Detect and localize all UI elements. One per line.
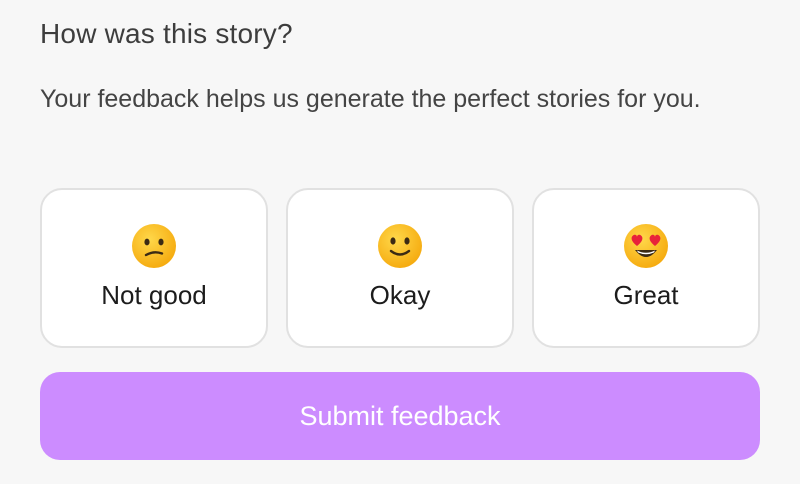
rating-options: Not good Okay Great bbox=[40, 188, 760, 348]
slightly-smiling-face-icon bbox=[378, 224, 422, 268]
feedback-description: Your feedback helps us generate the perf… bbox=[40, 85, 701, 113]
feedback-title: How was this story? bbox=[40, 18, 293, 49]
feedback-panel: How was this story? Your feedback helps … bbox=[0, 0, 800, 484]
rating-option-label: Not good bbox=[101, 280, 207, 310]
rating-option-great[interactable]: Great bbox=[532, 188, 760, 348]
rating-option-okay[interactable]: Okay bbox=[286, 188, 514, 348]
rating-option-label: Okay bbox=[369, 280, 431, 310]
submit-feedback-button[interactable]: Submit feedback bbox=[40, 372, 760, 460]
confused-face-icon bbox=[132, 224, 176, 268]
rating-option-label: Great bbox=[613, 280, 679, 310]
rating-option-not-good[interactable]: Not good bbox=[40, 188, 268, 348]
heart-eyes-face-icon bbox=[624, 224, 668, 268]
